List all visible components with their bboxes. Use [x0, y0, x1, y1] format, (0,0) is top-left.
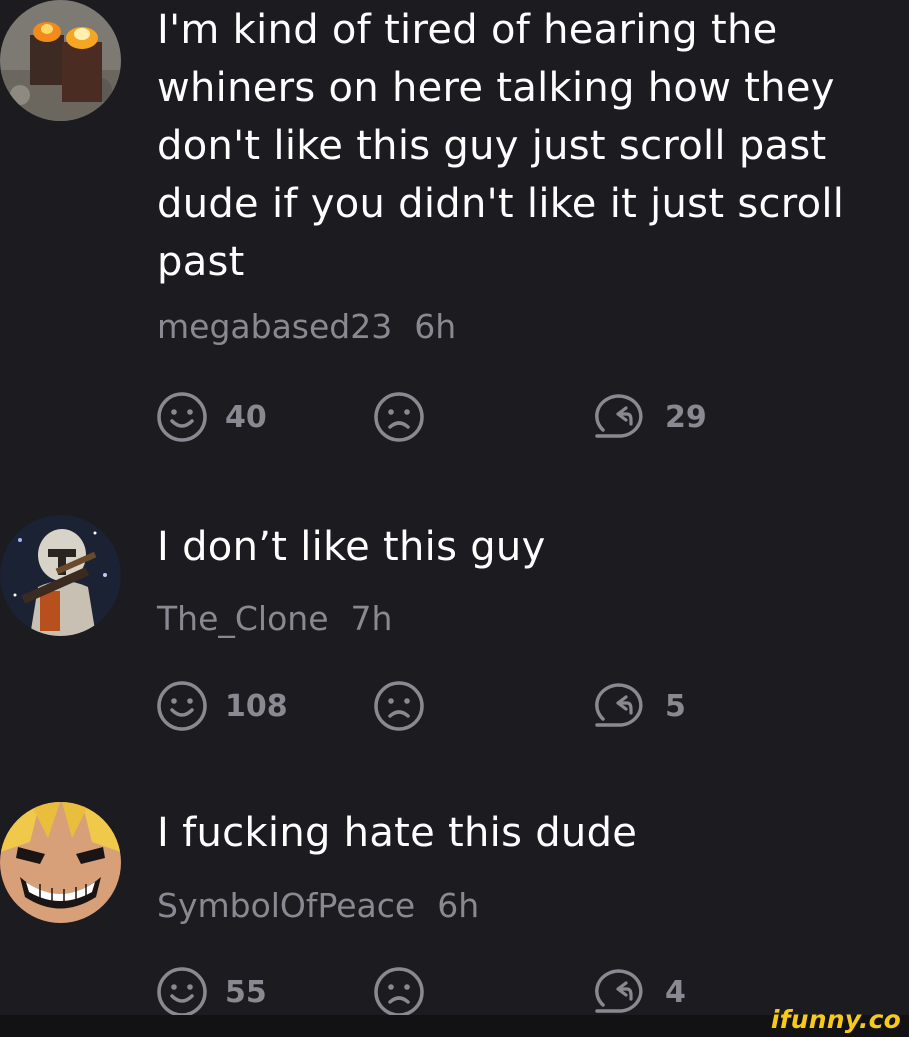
avatar[interactable]	[0, 802, 121, 923]
frown-icon	[374, 681, 424, 731]
frown-button[interactable]	[372, 965, 426, 1019]
reply-count: 4	[665, 974, 686, 1010]
frown-icon	[374, 392, 424, 442]
timestamp: 7h	[350, 599, 393, 638]
reply-button[interactable]: 4	[593, 965, 686, 1019]
ifunny-watermark: ifunny.co	[770, 1005, 901, 1034]
comment-meta: The_Clone 7h	[157, 599, 392, 638]
smile-icon	[157, 681, 207, 731]
comment-meta: megabased23 6h	[157, 307, 456, 346]
frown-button[interactable]	[372, 679, 426, 733]
comment-text: I'm kind of tired of hearing the whiners…	[157, 7, 845, 285]
all-might-avatar	[0, 802, 121, 923]
timestamp: 6h	[437, 886, 480, 925]
comment-text: I fucking hate this dude	[157, 810, 638, 856]
reply-icon	[595, 394, 643, 438]
frown-button[interactable]	[372, 390, 426, 444]
smile-button[interactable]: 108	[155, 679, 288, 733]
username[interactable]: The_Clone	[157, 599, 329, 638]
username[interactable]: megabased23	[157, 307, 392, 346]
reply-button[interactable]: 5	[593, 679, 686, 733]
timestamp: 6h	[414, 307, 457, 346]
reply-count: 5	[665, 688, 686, 724]
comment-actions: 55 4	[155, 965, 775, 1019]
avatar[interactable]	[0, 515, 121, 636]
comment-actions: 108 5	[155, 679, 775, 733]
comment-meta: SymbolOfPeace 6h	[157, 886, 479, 925]
comment-item: I fucking hate this dude SymbolOfPeace 6h…	[0, 802, 909, 1022]
smile-icon	[157, 392, 207, 442]
comment-item: I'm kind of tired of hearing the whiners…	[0, 0, 909, 470]
like-count: 55	[225, 974, 267, 1010]
frown-icon	[374, 967, 424, 1017]
comment-actions: 40 29	[155, 390, 775, 444]
smile-button[interactable]: 55	[155, 965, 267, 1019]
like-count: 108	[225, 688, 288, 724]
like-count: 40	[225, 399, 267, 435]
clone-trooper-avatar	[0, 515, 121, 636]
username[interactable]: SymbolOfPeace	[157, 886, 415, 925]
reply-icon	[595, 969, 643, 1013]
reply-count: 29	[665, 399, 707, 435]
smile-button[interactable]: 40	[155, 390, 267, 444]
avatar[interactable]	[0, 0, 121, 121]
reply-icon	[595, 683, 643, 727]
comment-item: I don’t like this guy The_Clone 7h 108 5	[0, 515, 909, 745]
burning-barrels-avatar	[0, 0, 121, 121]
comment-text: I don’t like this guy	[157, 524, 546, 570]
reply-button[interactable]: 29	[593, 390, 707, 444]
smile-icon	[157, 967, 207, 1017]
